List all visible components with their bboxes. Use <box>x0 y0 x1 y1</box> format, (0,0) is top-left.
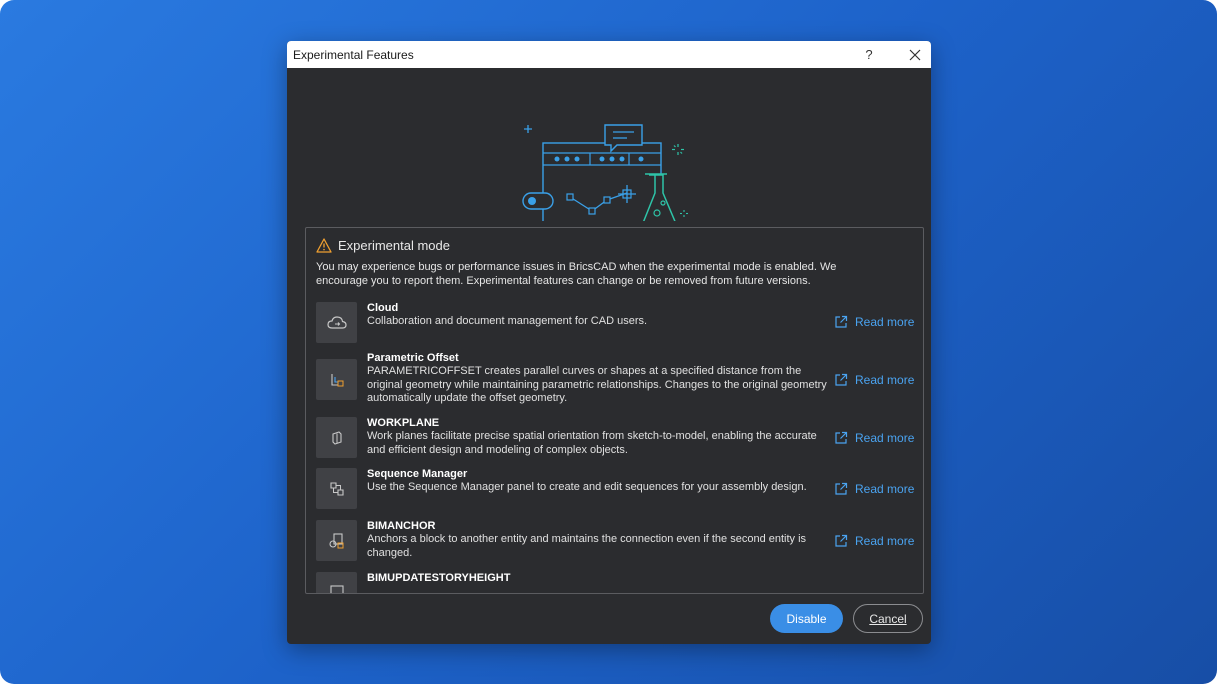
feature-icon-box <box>316 572 357 593</box>
external-link-icon <box>835 373 848 386</box>
feature-name: WORKPLANE <box>367 417 440 429</box>
feature-description: PARAMETRICOFFSET creates parallel curves… <box>367 365 827 404</box>
feature-name: BIMUPDATESTORYHEIGHT <box>367 572 511 584</box>
feature-icon-box <box>316 417 357 458</box>
workplane-icon <box>331 430 342 445</box>
read-more-link-parametric-offset[interactable]: Read more <box>834 373 914 387</box>
external-link-icon <box>835 534 848 547</box>
read-more-link-bimanchor[interactable]: Read more <box>834 534 914 548</box>
feature-description: Collaboration and document management fo… <box>367 315 648 327</box>
desktop-background: Experimental Features ? Experimental mod… <box>0 0 1217 684</box>
feature-text: BIMUPDATESTORYHEIGHT <box>367 572 827 585</box>
read-more-label: Read more <box>855 315 915 329</box>
read-more-link-sequence-manager[interactable]: Read more <box>834 482 914 496</box>
feature-name: Parametric Offset <box>367 352 459 364</box>
feature-description: Use the Sequence Manager panel to create… <box>367 481 807 493</box>
close-button[interactable] <box>903 43 927 67</box>
cancel-button[interactable]: Cancel <box>853 604 923 633</box>
read-more-label: Read more <box>855 482 915 496</box>
external-link-icon <box>835 482 848 495</box>
dialog-title: Experimental Features <box>293 47 414 62</box>
read-more-link-cloud[interactable]: Read more <box>834 315 914 329</box>
feature-description: Work planes facilitate precise spatial o… <box>367 430 817 456</box>
parametric-offset-icon <box>330 373 343 386</box>
feature-text: Parametric Offset PARAMETRICOFFSET creat… <box>367 352 827 406</box>
read-more-label: Read more <box>855 373 915 387</box>
disable-button[interactable]: Disable <box>770 604 843 633</box>
cancel-label: Cancel <box>869 611 907 626</box>
feature-name: BIMANCHOR <box>367 520 436 532</box>
cloud-icon <box>326 315 347 329</box>
experimental-illustration <box>522 124 688 221</box>
feature-name: Cloud <box>367 302 399 314</box>
feature-icon-box <box>316 520 357 561</box>
external-link-icon <box>835 431 848 444</box>
feature-icon-box <box>316 302 357 343</box>
sequence-manager-icon <box>329 481 344 496</box>
warning-header: Experimental mode <box>316 238 450 253</box>
features-panel: Experimental mode You may experience bug… <box>305 227 924 594</box>
bimanchor-icon <box>328 532 343 548</box>
read-more-label: Read more <box>855 431 915 445</box>
warning-icon <box>316 238 332 253</box>
help-button[interactable]: ? <box>857 43 881 67</box>
feature-name: Sequence Manager <box>367 468 468 480</box>
feature-icon-box <box>316 359 357 400</box>
read-more-link-workplane[interactable]: Read more <box>834 431 914 445</box>
bim-story-icon <box>329 584 344 593</box>
warning-description: You may experience bugs or performance i… <box>316 261 837 287</box>
feature-icon-box <box>316 468 357 509</box>
feature-text: Sequence Manager Use the Sequence Manage… <box>367 468 827 495</box>
feature-text: WORKPLANE Work planes facilitate precise… <box>367 417 827 457</box>
feature-description: Anchors a block to another entity and ma… <box>367 533 807 559</box>
read-more-label: Read more <box>855 534 915 548</box>
close-icon <box>909 49 921 60</box>
feature-text: Cloud Collaboration and document managem… <box>367 302 827 329</box>
external-link-icon <box>835 315 848 328</box>
experimental-features-dialog: Experimental Features ? Experimental mod… <box>287 41 931 644</box>
warning-title: Experimental mode <box>338 238 450 253</box>
title-bar: Experimental Features ? <box>287 41 931 68</box>
feature-text: BIMANCHOR Anchors a block to another ent… <box>367 520 827 560</box>
